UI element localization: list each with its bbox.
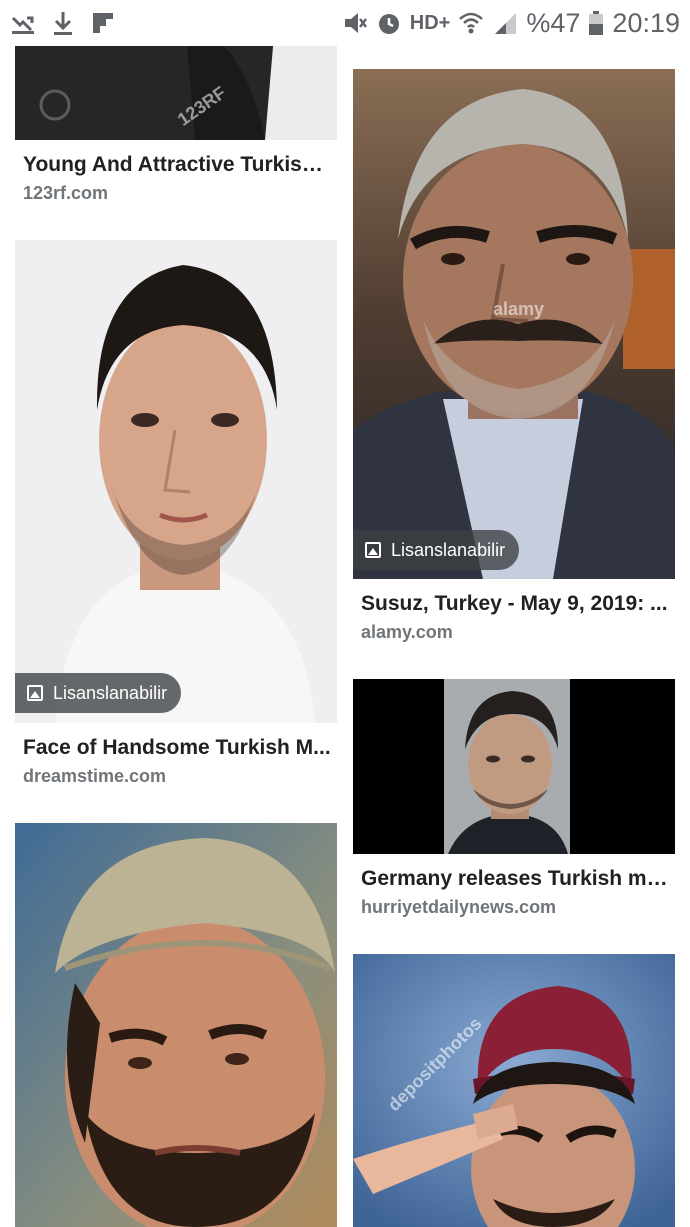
license-badge: Lisanslanabilir <box>15 673 182 713</box>
portrait-photo <box>15 240 337 723</box>
result-title[interactable]: Germany releases Turkish ma... <box>361 867 671 891</box>
missed-call-icon <box>10 10 36 36</box>
image-icon <box>27 685 43 701</box>
result-card[interactable]: alamy Lisanslanabilir Susuz, Turkey - Ma… <box>353 69 675 654</box>
result-thumbnail[interactable]: alamy Lisanslanabilir <box>353 69 675 579</box>
result-domain[interactable]: hurriyetdailynews.com <box>361 897 556 918</box>
license-label: Lisanslanabilir <box>53 682 168 703</box>
result-thumbnail[interactable] <box>15 823 337 1227</box>
signal-icon <box>492 10 518 36</box>
status-bar: HD+ %47 20:19 <box>0 0 690 46</box>
result-thumbnail[interactable]: depositphotos <box>353 954 675 1227</box>
result-card[interactable]: Lisanslanabilir Face of Handsome Turkish… <box>15 240 337 800</box>
network-type: HD+ <box>409 11 451 34</box>
result-card[interactable] <box>15 823 337 1227</box>
young-man-photo <box>353 679 675 854</box>
result-domain[interactable]: 123rf.com <box>23 183 108 204</box>
license-badge: Lisanslanabilir <box>353 530 520 570</box>
result-card[interactable]: depositphotos <box>353 954 675 1227</box>
mute-icon <box>342 10 368 36</box>
image-icon <box>365 542 381 558</box>
result-title[interactable]: Young And Attractive Turkish ... <box>23 153 333 177</box>
wifi-icon <box>458 10 484 36</box>
bearded-man-photo <box>15 823 337 1227</box>
thumbnail-watermark: alamy <box>493 299 545 319</box>
result-title[interactable]: Face of Handsome Turkish M... <box>23 736 333 760</box>
download-icon <box>50 10 76 36</box>
mustache-man-photo <box>353 69 675 579</box>
result-thumbnail[interactable] <box>353 679 675 854</box>
result-title[interactable]: Susuz, Turkey - May 9, 2019: ... <box>361 592 671 616</box>
result-domain[interactable]: dreamstime.com <box>23 766 166 787</box>
license-label: Lisanslanabilir <box>391 539 506 560</box>
clock: 20:19 <box>612 7 680 38</box>
flipboard-icon <box>90 10 116 36</box>
result-card[interactable]: Germany releases Turkish ma... hurriyetd… <box>353 679 675 929</box>
battery-percent: %47 <box>526 7 581 38</box>
alarm-icon <box>376 10 402 36</box>
result-domain[interactable]: alamy.com <box>361 622 453 643</box>
battery-icon <box>588 10 604 36</box>
result-thumbnail[interactable]: Lisanslanabilir <box>15 240 337 723</box>
